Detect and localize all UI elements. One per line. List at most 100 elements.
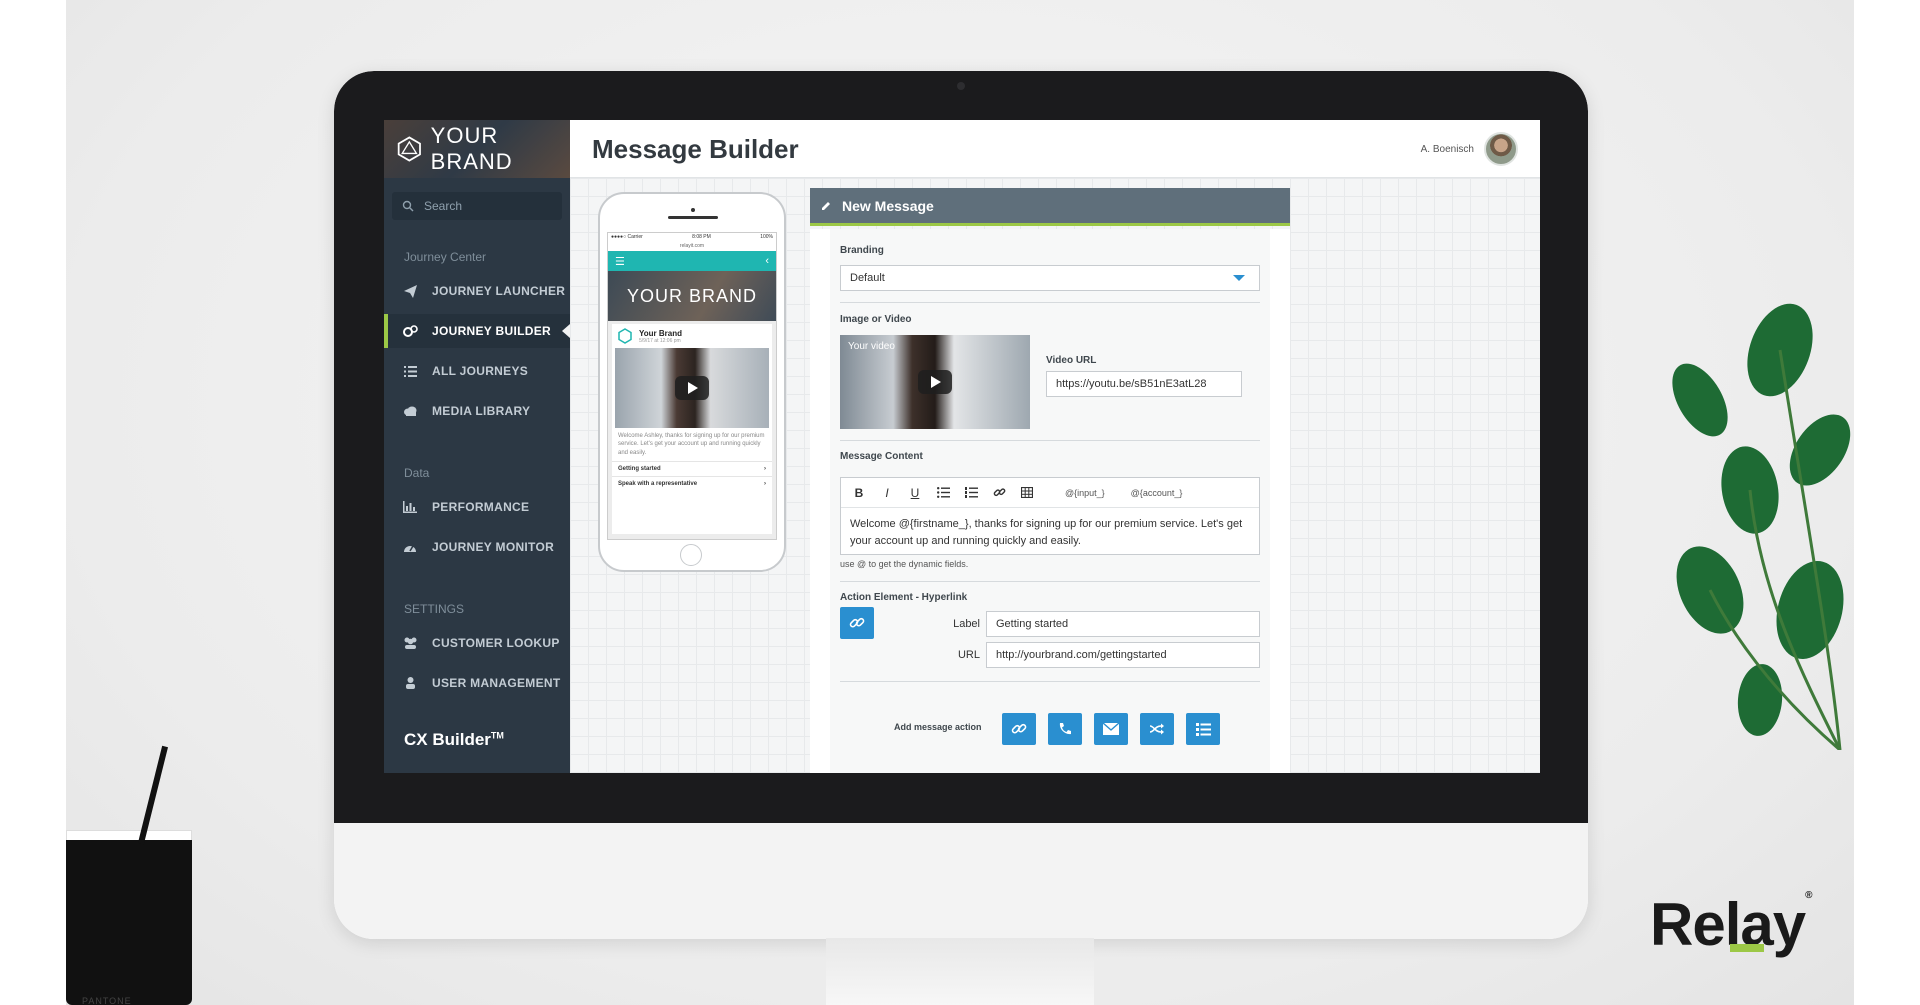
nav-item-customer-lookup[interactable]: CUSTOMER LOOKUP — [384, 626, 570, 660]
list-icon — [1195, 722, 1211, 736]
search-input[interactable] — [424, 199, 544, 213]
video-caption: Your video — [848, 341, 895, 352]
add-message-action-label: Add message action — [894, 722, 982, 732]
divider — [840, 440, 1260, 441]
top-header: Message Builder A. Boenisch — [570, 120, 1540, 178]
phone-link-getting-started[interactable]: Getting started › — [612, 461, 772, 476]
chevron-left-icon[interactable]: ‹ — [765, 255, 769, 267]
page-title: Message Builder — [592, 134, 799, 164]
cloud-icon — [402, 406, 418, 416]
product-name-text: CX Builder — [404, 730, 491, 749]
url-field-label: URL — [957, 649, 980, 661]
app-screen: YOUR BRAND Journey Center JOURNEY LAUNCH… — [384, 120, 1540, 773]
phone-card-brand: Your Brand — [639, 328, 682, 338]
add-link-action-button[interactable] — [1002, 713, 1036, 745]
insert-table-button[interactable] — [1015, 482, 1039, 504]
nav-item-label: ALL JOURNEYS — [432, 364, 529, 378]
camera-dot — [957, 82, 965, 90]
phone-carrier: ●●●●○ Carrier — [611, 234, 643, 240]
nav-item-label: CUSTOMER LOOKUP — [432, 636, 560, 650]
label-input[interactable] — [986, 611, 1260, 637]
message-editor[interactable]: B I U @{input_} @{account_} Welcome @{fi… — [840, 477, 1260, 555]
nav-item-journey-launcher[interactable]: JOURNEY LAUNCHER — [384, 274, 570, 308]
panel-title: New Message — [842, 197, 934, 214]
phone-hero: YOUR BRAND — [608, 271, 776, 321]
video-thumbnail[interactable]: Your video — [840, 335, 1030, 429]
numbered-list-button[interactable] — [959, 482, 983, 504]
nav-item-label: JOURNEY MONITOR — [432, 540, 555, 554]
product-name: CX BuilderTM — [404, 730, 504, 750]
video-url-label: Video URL — [1046, 355, 1097, 366]
phone-time: 8:08 PM — [692, 234, 711, 240]
user-icon — [402, 677, 418, 689]
underline-button[interactable]: U — [903, 482, 927, 504]
editor-toolbar: B I U @{input_} @{account_} — [841, 478, 1259, 508]
dynamic-fields-hint: use @ to get the dynamic fields. — [840, 559, 969, 569]
list-icon — [402, 365, 418, 377]
new-message-panel: New Message Branding Default Image or Vi… — [810, 188, 1290, 773]
url-input[interactable] — [986, 642, 1260, 668]
video-url-input[interactable] — [1046, 371, 1242, 397]
dashboard-icon — [402, 541, 418, 553]
nav-item-label: PERFORMANCE — [432, 500, 530, 514]
branding-label: Branding — [840, 245, 884, 256]
plant-decoration — [1672, 303, 1851, 750]
insert-link-button[interactable] — [987, 482, 1011, 504]
bullet-list-button[interactable] — [931, 482, 955, 504]
nav-item-label: MEDIA LIBRARY — [432, 404, 531, 418]
table-icon — [1021, 487, 1033, 498]
branding-select[interactable]: Default — [840, 265, 1260, 291]
divider — [840, 581, 1260, 582]
dynamic-field-input[interactable]: @{input_} — [1065, 488, 1105, 498]
hyperlink-action-button[interactable] — [840, 607, 874, 639]
pen-cup — [66, 840, 192, 1005]
envelope-icon — [1103, 723, 1119, 735]
link-icon — [849, 617, 865, 628]
nav-item-journey-monitor[interactable]: JOURNEY MONITOR — [384, 530, 570, 564]
nav-item-all-journeys[interactable]: ALL JOURNEYS — [384, 354, 570, 388]
play-icon[interactable] — [918, 370, 952, 394]
phone-link-label: Getting started — [618, 466, 661, 473]
brand-logo-icon — [397, 136, 421, 162]
phone-link-label: Speak with a representative — [618, 481, 698, 488]
add-phone-action-button[interactable] — [1048, 713, 1082, 745]
monitor-chin — [334, 823, 1588, 939]
message-form: Branding Default Image or Video Your vid… — [830, 229, 1270, 773]
bold-button[interactable]: B — [847, 482, 871, 504]
divider — [840, 302, 1260, 303]
section-title-settings: SETTINGS — [404, 602, 465, 616]
pencil-icon — [822, 201, 830, 210]
chevron-right-icon: › — [764, 481, 766, 488]
phone-message-card: Your Brand 5/9/17 at 12:06 pm Welcome As… — [612, 324, 772, 534]
registered-mark: ® — [1805, 890, 1812, 901]
search-box[interactable] — [392, 192, 562, 220]
link-icon — [1011, 723, 1027, 734]
phone-speaker — [668, 216, 718, 219]
dynamic-field-account[interactable]: @{account_} — [1131, 488, 1183, 498]
avatar[interactable] — [1484, 132, 1518, 166]
nav-item-label: JOURNEY LAUNCHER — [432, 284, 566, 298]
phone-video[interactable] — [615, 348, 769, 428]
nav-item-user-management[interactable]: USER MANAGEMENT — [384, 666, 570, 700]
nav-item-performance[interactable]: PERFORMANCE — [384, 490, 570, 524]
add-share-action-button[interactable] — [1140, 713, 1174, 745]
hamburger-icon[interactable]: ☰ — [615, 255, 625, 268]
message-content-label: Message Content — [840, 451, 923, 462]
phone-card-date: 5/9/17 at 12:06 pm — [639, 337, 681, 344]
brand-header[interactable]: YOUR BRAND — [384, 120, 570, 178]
phone-nav-bar: ☰ ‹ — [608, 251, 776, 271]
nav-item-journey-builder[interactable]: JOURNEY BUILDER — [384, 314, 570, 348]
trademark-mark: TM — [490, 730, 504, 741]
users-icon — [402, 637, 418, 649]
divider — [840, 681, 1260, 682]
user-name[interactable]: A. Boenisch — [1421, 144, 1474, 155]
play-icon[interactable] — [675, 376, 709, 400]
phone-link-representative[interactable]: Speak with a representative › — [612, 476, 772, 491]
search-icon — [402, 200, 414, 212]
message-content-text[interactable]: Welcome @{firstname_}, thanks for signin… — [841, 508, 1259, 557]
nav-item-media-library[interactable]: MEDIA LIBRARY — [384, 394, 570, 428]
add-list-action-button[interactable] — [1186, 713, 1220, 745]
add-email-action-button[interactable] — [1094, 713, 1128, 745]
italic-button[interactable]: I — [875, 482, 899, 504]
label-field-label: Label — [953, 618, 980, 630]
